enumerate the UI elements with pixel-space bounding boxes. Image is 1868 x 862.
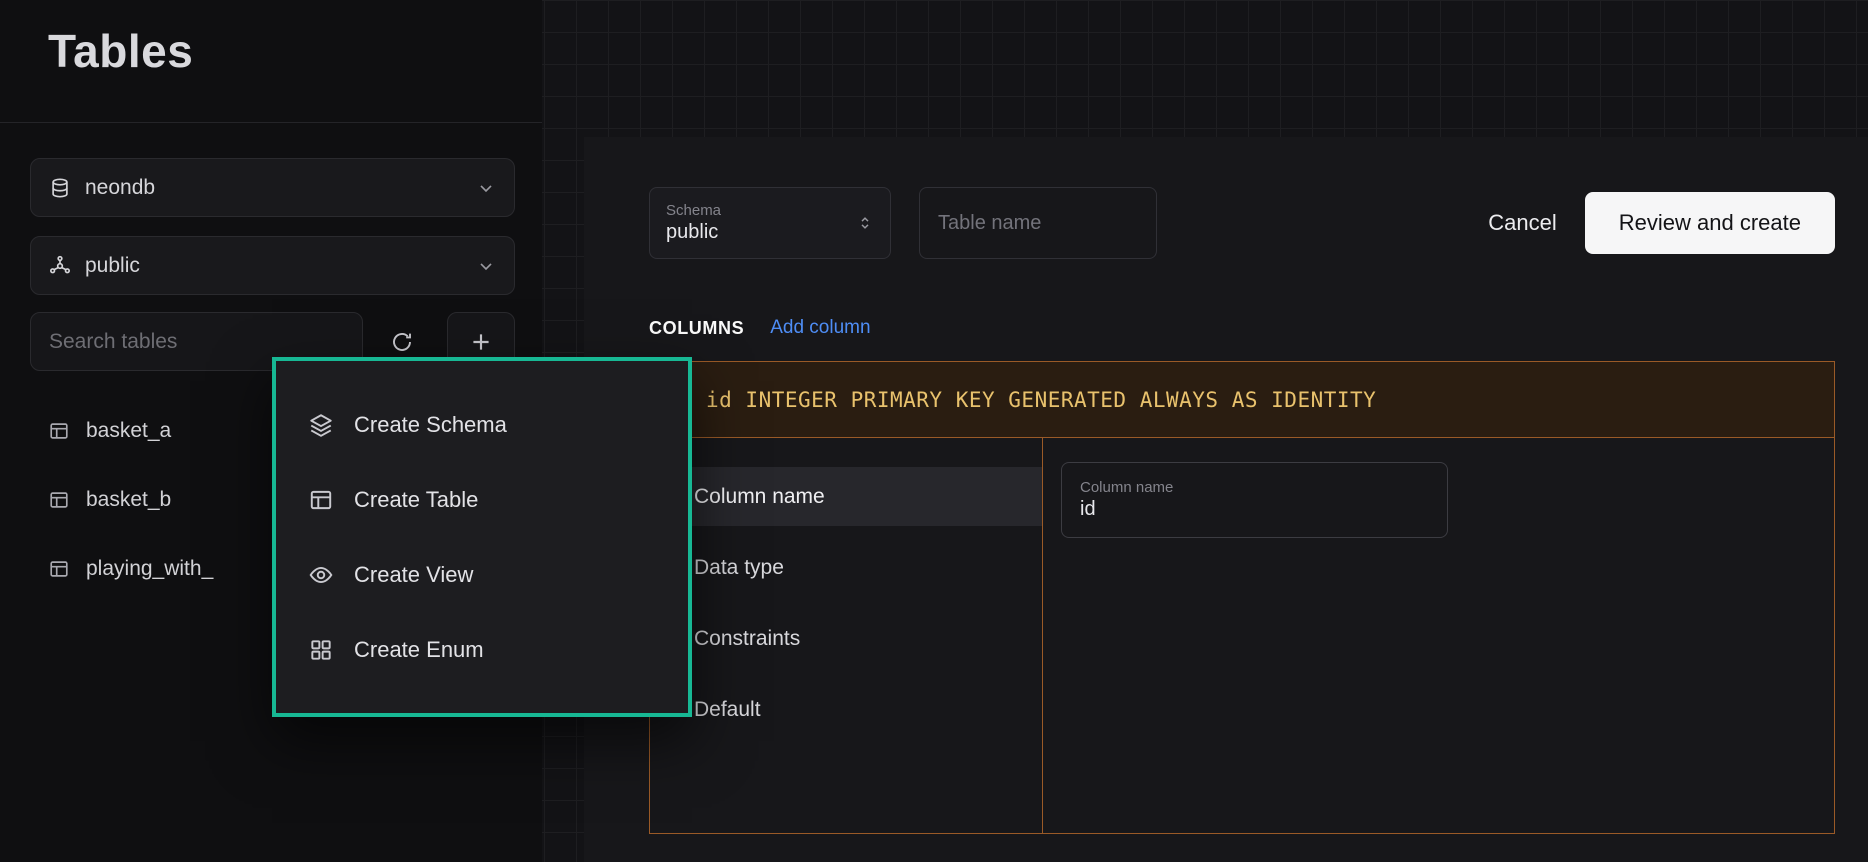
- chevron-down-icon: [476, 178, 496, 198]
- plus-icon: [468, 329, 494, 355]
- nav-default[interactable]: Default: [650, 680, 1042, 739]
- layers-icon: [308, 412, 334, 438]
- schema-field[interactable]: Schema public: [649, 187, 891, 259]
- table-icon: [48, 420, 70, 442]
- table-icon: [48, 489, 70, 511]
- table-editor-panel: Schema public Cancel Review and create C…: [584, 137, 1868, 862]
- refresh-icon: [390, 330, 414, 354]
- sidebar-divider: [0, 122, 542, 123]
- column-definition-text: id INTEGER PRIMARY KEY GENERATED ALWAYS …: [706, 388, 1376, 412]
- add-column-link[interactable]: Add column: [770, 317, 870, 339]
- database-select-value: neondb: [85, 176, 155, 200]
- menu-item-label: Create Schema: [354, 412, 507, 438]
- chevron-down-icon: [476, 256, 496, 276]
- table-item-label: playing_with_: [86, 557, 213, 581]
- schema-select-value: public: [85, 254, 140, 278]
- table-item-label: basket_b: [86, 488, 171, 512]
- column-block: id INTEGER PRIMARY KEY GENERATED ALWAYS …: [649, 361, 1835, 834]
- schema-select[interactable]: public: [30, 236, 515, 295]
- column-definition-row[interactable]: id INTEGER PRIMARY KEY GENERATED ALWAYS …: [650, 362, 1834, 438]
- table-icon: [308, 487, 334, 513]
- menu-item-label: Create View: [354, 562, 473, 588]
- table-item-label: basket_a: [86, 419, 171, 443]
- menu-item-create-table[interactable]: Create Table: [276, 462, 688, 537]
- database-select[interactable]: neondb: [30, 158, 515, 217]
- column-form-body: Column name id: [1043, 438, 1834, 833]
- column-form: Column name Data type Constraints Defaul…: [650, 438, 1834, 833]
- menu-item-label: Create Table: [354, 487, 478, 513]
- database-icon: [49, 177, 71, 199]
- review-and-create-button[interactable]: Review and create: [1585, 192, 1835, 254]
- chevron-updown-icon: [856, 214, 874, 232]
- column-form-nav: Column name Data type Constraints Defaul…: [650, 438, 1043, 833]
- table-name-input[interactable]: [919, 187, 1157, 259]
- page-title: Tables: [48, 24, 193, 78]
- menu-item-create-enum[interactable]: Create Enum: [276, 612, 688, 687]
- column-name-field-value: id: [1080, 498, 1429, 521]
- cancel-button[interactable]: Cancel: [1488, 210, 1556, 236]
- column-name-field[interactable]: Column name id: [1061, 462, 1448, 538]
- grid-icon: [308, 637, 334, 663]
- nav-data-type[interactable]: Data type: [650, 538, 1042, 597]
- editor-header-row: Schema public Cancel Review and create: [649, 187, 1835, 259]
- menu-item-create-view[interactable]: Create View: [276, 537, 688, 612]
- eye-icon: [308, 562, 334, 588]
- columns-row: COLUMNS Add column: [649, 317, 871, 339]
- column-name-field-label: Column name: [1080, 479, 1429, 496]
- create-menu: Create Schema Create Table Create View: [272, 357, 692, 717]
- nav-constraints[interactable]: Constraints: [650, 609, 1042, 668]
- menu-item-create-schema[interactable]: Create Schema: [276, 387, 688, 462]
- schema-icon: [49, 255, 71, 277]
- table-icon: [48, 558, 70, 580]
- columns-header: COLUMNS: [649, 318, 744, 339]
- schema-field-value: public: [666, 221, 721, 244]
- nav-column-name[interactable]: Column name: [650, 467, 1042, 526]
- schema-field-inner: Schema public: [666, 202, 721, 244]
- schema-field-label: Schema: [666, 202, 721, 219]
- menu-item-label: Create Enum: [354, 637, 484, 663]
